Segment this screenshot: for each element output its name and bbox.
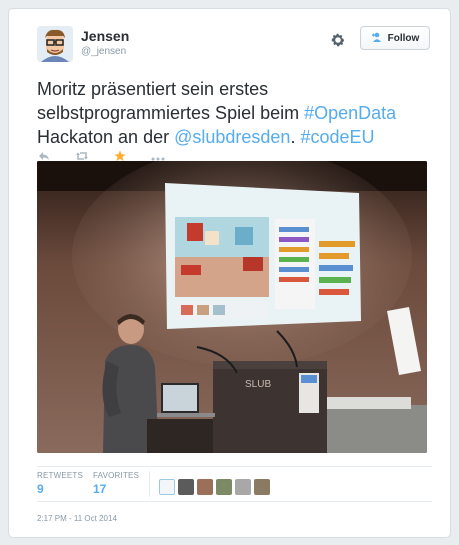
user-avatar[interactable] — [37, 26, 73, 62]
favorites-count: 17 — [93, 482, 107, 496]
favoriter-avatar[interactable] — [216, 479, 232, 495]
tweet-text-part: Hackaton an der — [37, 127, 175, 147]
tweet-text: Moritz präsentiert sein erstes selbstpro… — [37, 77, 433, 149]
podium-label: SLUB — [245, 379, 271, 390]
add-user-icon — [371, 32, 383, 45]
tweet-photo[interactable]: SLUB — [37, 161, 427, 453]
favoriter-avatar[interactable] — [178, 479, 194, 495]
tweet-header: Jensen @_jensen Follow — [37, 26, 430, 70]
favoriter-avatars — [159, 479, 270, 495]
tweet-timestamp[interactable]: 2:17 PM - 11 Oct 2014 — [37, 514, 117, 523]
retweets-count: 9 — [37, 482, 44, 496]
favoriter-avatar[interactable] — [159, 479, 175, 495]
presentation-photo: SLUB — [37, 161, 427, 453]
mention-slubdresden-link[interactable]: @slubdresden — [174, 127, 290, 147]
favorites-stat[interactable]: FAVORITES 17 — [93, 471, 139, 496]
user-names: Jensen @_jensen — [81, 28, 129, 59]
tweet-text-part: Moritz präsentiert sein erstes selbstpro… — [37, 79, 305, 123]
follow-label: Follow — [387, 32, 420, 44]
hashtag-opendata-link[interactable]: #OpenData — [304, 103, 396, 123]
stats-divider — [149, 471, 150, 497]
follow-button[interactable]: Follow — [360, 26, 430, 50]
hashtag-codeeu-link[interactable]: #codeEU — [300, 127, 374, 147]
settings-gear-icon[interactable] — [330, 32, 346, 48]
tweet-stats: RETWEETS 9 FAVORITES 17 — [37, 466, 432, 502]
tweet-text-part: . — [290, 127, 301, 147]
favoriter-avatar[interactable] — [254, 479, 270, 495]
tweet-card: Jensen @_jensen Follow Moritz präsentier… — [8, 8, 451, 538]
favorites-label: FAVORITES — [93, 471, 140, 480]
user-screen-name[interactable]: @_jensen — [81, 45, 129, 59]
user-full-name[interactable]: Jensen — [81, 28, 129, 45]
retweets-stat[interactable]: RETWEETS 9 — [37, 471, 83, 496]
favoriter-avatar[interactable] — [235, 479, 251, 495]
favoriter-avatar[interactable] — [197, 479, 213, 495]
retweets-label: RETWEETS — [37, 471, 84, 480]
avatar-illustration — [37, 26, 73, 62]
